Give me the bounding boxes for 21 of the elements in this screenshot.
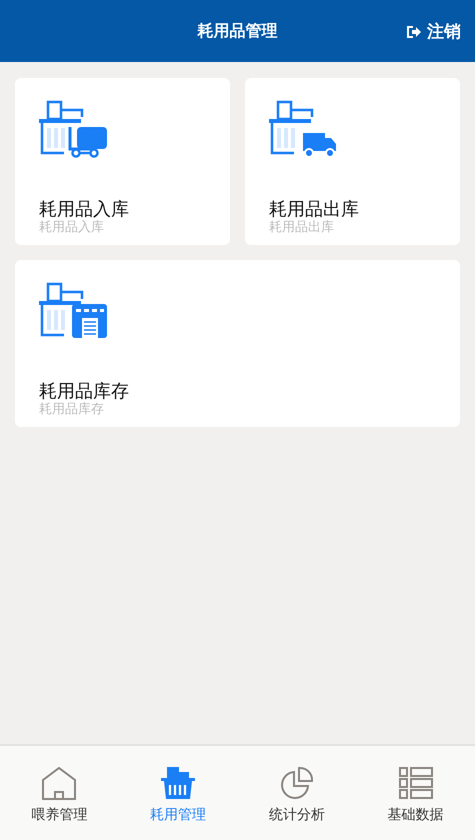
- card-title: 耗用品库存: [39, 382, 129, 402]
- home-icon: [41, 766, 78, 800]
- basket-cart-icon: [37, 100, 109, 160]
- basket-icon: [160, 766, 196, 800]
- card-title: 耗用品出库: [269, 200, 359, 220]
- tab-item[interactable]: 耗用管理: [118, 746, 238, 840]
- menu-card[interactable]: 耗用品入库 耗用品入库: [15, 78, 230, 245]
- pie-chart-icon: [278, 766, 315, 800]
- tab-item[interactable]: 喂养管理: [0, 746, 119, 840]
- card-subtitle: 耗用品入库: [39, 220, 104, 236]
- page-title: 耗用品管理: [198, 20, 278, 42]
- logout-icon: [406, 24, 422, 38]
- list-icon: [398, 766, 434, 800]
- card-subtitle: 耗用品库存: [39, 402, 104, 418]
- menu-card[interactable]: 耗用品出库 耗用品出库: [245, 78, 460, 245]
- menu-card[interactable]: 耗用品库存 耗用品库存: [15, 260, 460, 427]
- card-subtitle: 耗用品出库: [269, 220, 334, 236]
- tab-item[interactable]: 基础数据: [356, 746, 475, 840]
- logout-button[interactable]: 注销: [404, 18, 463, 45]
- tab-item[interactable]: 统计分析: [238, 746, 356, 840]
- card-title: 耗用品入库: [39, 200, 129, 220]
